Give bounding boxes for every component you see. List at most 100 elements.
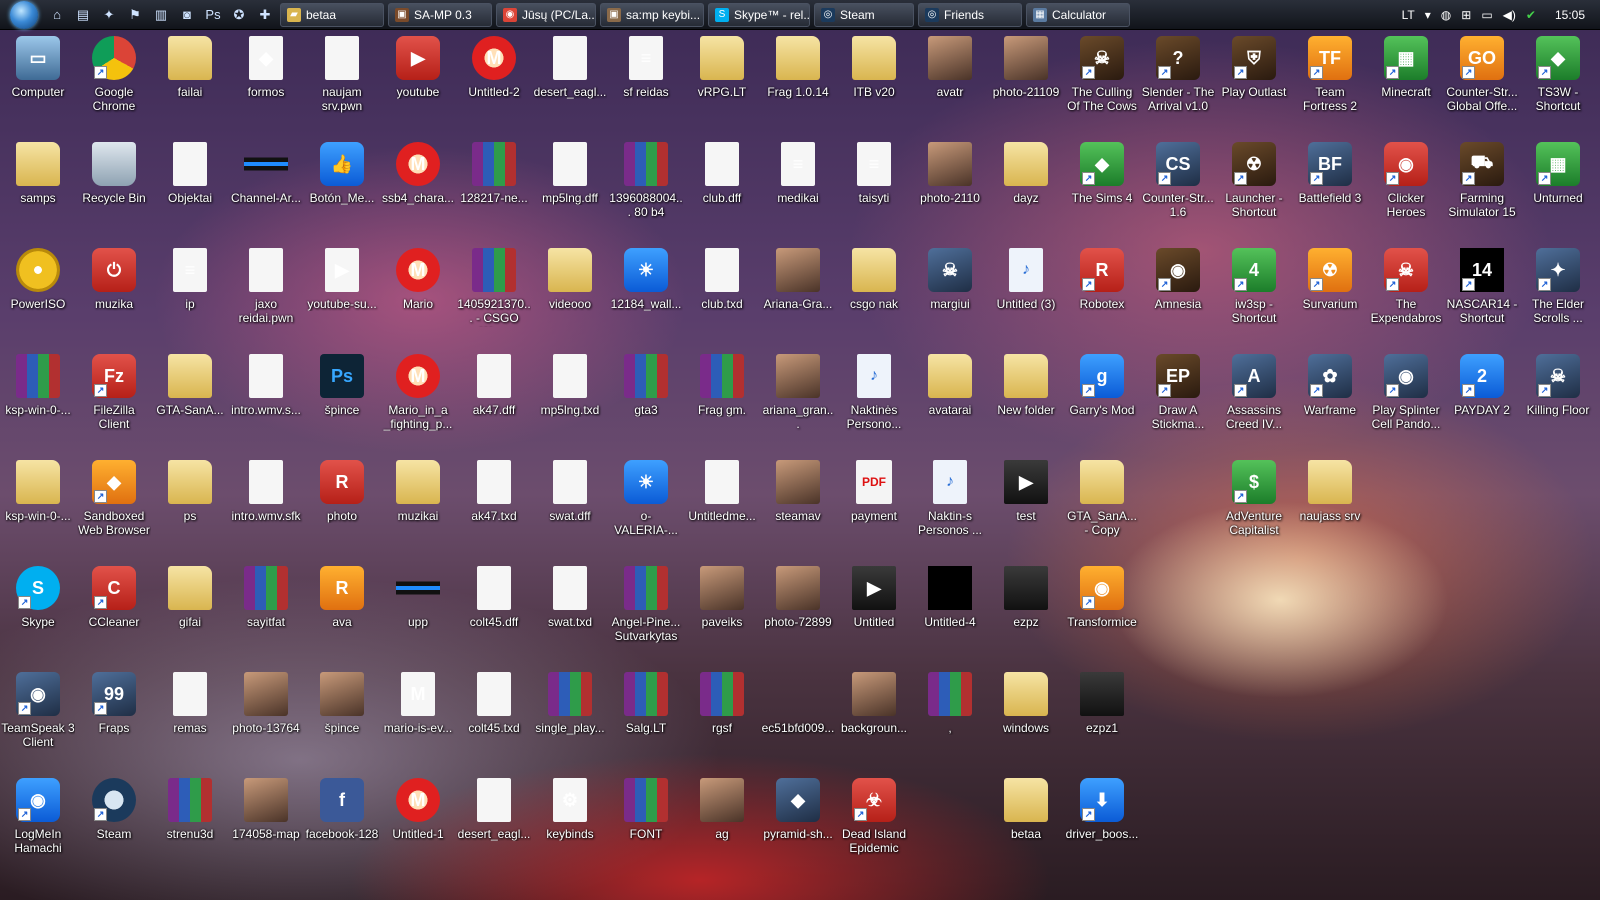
desktop-icon[interactable]: ☠ margiui	[913, 248, 987, 311]
desktop-icon[interactable]: GTA-SanA...	[153, 354, 227, 417]
desktop-icon[interactable]: ♪ Naktin-s Personos ...	[913, 460, 987, 537]
desktop-icon[interactable]: muzikai	[381, 460, 455, 523]
desktop-icon[interactable]: Untitledme...	[685, 460, 759, 523]
desktop-icon[interactable]: samps	[1, 142, 75, 205]
desktop-icon[interactable]: ◆ ↗ Sandboxed Web Browser	[77, 460, 151, 537]
desktop-icon[interactable]: Mssb4_chara...	[381, 142, 455, 205]
desktop-icon[interactable]: ◉ ↗ Amnesia	[1141, 248, 1215, 311]
desktop-icon[interactable]: FONT	[609, 778, 683, 841]
desktop-icon[interactable]: EP ↗ Draw A Stickma...	[1141, 354, 1215, 431]
quick-launch-icon[interactable]: ▥	[150, 4, 172, 26]
volume-icon[interactable]: ◀)	[1503, 8, 1516, 22]
desktop-icon[interactable]: TF ↗ Team Fortress 2	[1293, 36, 1367, 113]
desktop-icon[interactable]: paveiks	[685, 566, 759, 629]
desktop-icon[interactable]: ⛟ ↗ Farming Simulator 15	[1445, 142, 1519, 219]
desktop-icon[interactable]: ↗ Google Chrome	[77, 36, 151, 113]
desktop-icon[interactable]: ◉ ↗ Transformice	[1065, 566, 1139, 629]
desktop-icon[interactable]: jaxo reidai.pwn	[229, 248, 303, 325]
network-icon[interactable]: ◍	[1441, 8, 1451, 22]
desktop-icon[interactable]: ◆ ↗ The Sims 4	[1065, 142, 1139, 205]
desktop-icon[interactable]: ▶ Untitled	[837, 566, 911, 629]
desktop-icon[interactable]: ✿ ↗ Warframe	[1293, 354, 1367, 417]
desktop-icon[interactable]: ⏻ muzika	[77, 248, 151, 311]
language-indicator[interactable]: LT	[1402, 8, 1415, 22]
desktop-icon[interactable]: ak47.txd	[457, 460, 531, 523]
desktop-icon[interactable]: Angel-Pine... Sutvarkytas	[609, 566, 683, 643]
desktop-icon[interactable]: ⬇ ↗ driver_boos...	[1065, 778, 1139, 841]
shield-icon[interactable]: ✔	[1526, 8, 1536, 22]
desktop-icon[interactable]: A ↗ Assassins Creed IV...	[1217, 354, 1291, 431]
desktop-icon[interactable]: intro.wmv.s...	[229, 354, 303, 417]
desktop-icon[interactable]: ☀ 12184_wall...	[609, 248, 683, 311]
desktop-icon[interactable]: ec51bfd009...	[761, 672, 835, 735]
desktop-icon[interactable]: club.txd	[685, 248, 759, 311]
desktop-icon[interactable]: gta3	[609, 354, 683, 417]
desktop-icon[interactable]: naujam srv.pwn	[305, 36, 379, 113]
desktop-icon[interactable]: swat.txd	[533, 566, 607, 629]
desktop-icon[interactable]: upp	[381, 566, 455, 629]
desktop-icon[interactable]: dayz	[989, 142, 1063, 205]
desktop-icon[interactable]: Frag 1.0.14	[761, 36, 835, 99]
clock[interactable]: 15:05	[1555, 8, 1585, 22]
desktop-icon[interactable]: 2 ↗ PAYDAY 2	[1445, 354, 1519, 417]
desktop-icon[interactable]: ps	[153, 460, 227, 523]
desktop-icon[interactable]: mp5lng.txd	[533, 354, 607, 417]
desktop-icon[interactable]: Frag gm.	[685, 354, 759, 417]
desktop-icon[interactable]: M Mario	[381, 248, 455, 311]
desktop-icon[interactable]: vRPG.LT	[685, 36, 759, 99]
desktop-icon[interactable]: ▶ youtube-su...	[305, 248, 379, 311]
desktop-icon[interactable]: ▭ Computer	[1, 36, 75, 99]
desktop-icon[interactable]: avatr	[913, 36, 987, 99]
desktop-icon[interactable]: single_play...	[533, 672, 607, 735]
desktop-icon[interactable]: ksp-win-0-...	[1, 460, 75, 523]
desktop-icon[interactable]: ≡ sf reidas	[609, 36, 683, 99]
desktop-icon[interactable]: PowerISO	[1, 248, 75, 311]
desktop-icon[interactable]: desert_eagl...	[533, 36, 607, 99]
desktop-icon[interactable]: 14 ↗ NASCAR14 - Shortcut	[1445, 248, 1519, 325]
desktop-icon[interactable]: ksp-win-0-...	[1, 354, 75, 417]
desktop-icon[interactable]: $ ↗ AdVenture Capitalist	[1217, 460, 1291, 537]
desktop-icon[interactable]: Untitled-4	[913, 566, 987, 629]
desktop-icon[interactable]: Channel-Ar...	[229, 142, 303, 205]
quick-launch-icon[interactable]: ✪	[228, 4, 250, 26]
desktop-icon[interactable]: Fz ↗ FileZilla Client	[77, 354, 151, 431]
desktop-icon[interactable]: photo-72899	[761, 566, 835, 629]
desktop-icon[interactable]: Rava	[305, 566, 379, 629]
desktop-icon[interactable]: ≡ ip	[153, 248, 227, 311]
desktop-icon[interactable]: strenu3d	[153, 778, 227, 841]
desktop-icon[interactable]: ▦ ↗ Minecraft	[1369, 36, 1443, 99]
quick-launch-icon[interactable]: ▤	[72, 4, 94, 26]
desktop-icon[interactable]: failai	[153, 36, 227, 99]
desktop-icon[interactable]: colt45.txd	[457, 672, 531, 735]
desktop-icon[interactable]: M Untitled-2	[457, 36, 531, 99]
desktop-icon[interactable]: GO ↗ Counter-Str... Global Offe...	[1445, 36, 1519, 113]
desktop-icon[interactable]: ≡ medikai	[761, 142, 835, 205]
desktop-icon[interactable]: photo-2110	[913, 142, 987, 205]
desktop-icon[interactable]: ☠ ↗ The Culling Of The Cows	[1065, 36, 1139, 113]
desktop-icon[interactable]: 👍 Botón_Me...	[305, 142, 379, 205]
taskbar-button[interactable]: ◎ Friends	[918, 2, 1022, 27]
desktop-icon[interactable]: swat.dff	[533, 460, 607, 523]
desktop-icon[interactable]: 1396088004... 80 b4	[609, 142, 683, 219]
desktop-icon[interactable]: betaa	[989, 778, 1063, 841]
desktop-icon[interactable]: g ↗ Garry's Mod	[1065, 354, 1139, 417]
desktop-icon[interactable]: CS ↗ Counter-Str... 1.6	[1141, 142, 1215, 219]
desktop-icon[interactable]: ,	[913, 672, 987, 735]
desktop-icon[interactable]: f facebook-128	[305, 778, 379, 841]
quick-launch-icon[interactable]: ◙	[176, 4, 198, 26]
taskbar-button[interactable]: ▣ sa:mp keybi...	[600, 2, 704, 27]
desktop-icon[interactable]: M Untitled-1	[381, 778, 455, 841]
desktop-icon[interactable]: ☀ o-VALERIA-...	[609, 460, 683, 537]
taskbar-button[interactable]: S Skype™ - rel...	[708, 2, 810, 27]
desktop-icon[interactable]: club.dff	[685, 142, 759, 205]
monitor-icon[interactable]: ▭	[1481, 8, 1492, 22]
desktop-icon[interactable]: ↗ Steam	[77, 778, 151, 841]
start-button[interactable]	[10, 0, 38, 29]
desktop-icon[interactable]: desert_eagl...	[457, 778, 531, 841]
desktop-icon[interactable]: ◆ formos	[229, 36, 303, 99]
desktop-icon[interactable]: ITB v20	[837, 36, 911, 99]
desktop-icon[interactable]: špince	[305, 672, 379, 735]
desktop-icon[interactable]: ezpz1	[1065, 672, 1139, 735]
quick-launch-icon[interactable]: ✦	[98, 4, 120, 26]
desktop-icon[interactable]: 128217-ne...	[457, 142, 531, 205]
